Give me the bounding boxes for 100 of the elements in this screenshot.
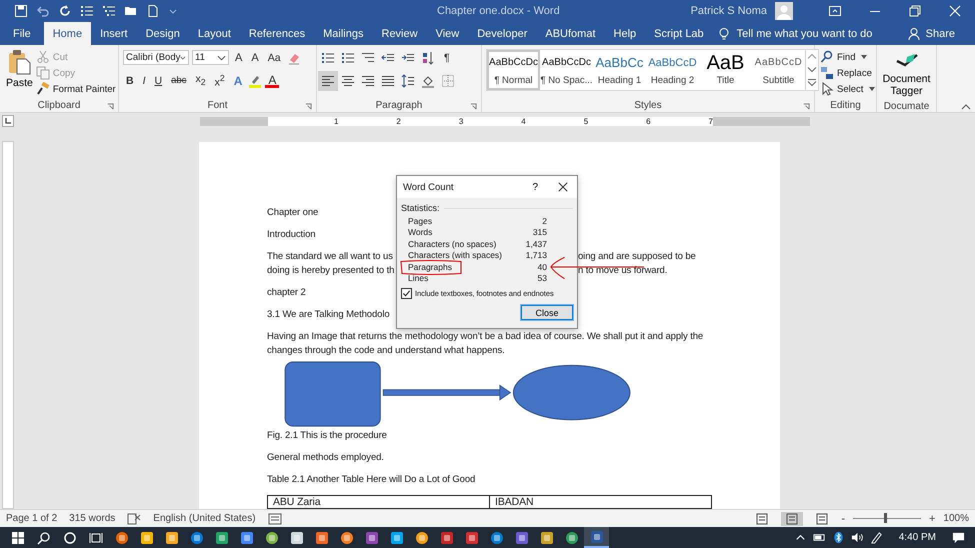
show-formatting-button[interactable]: ¶ [441,50,453,66]
ruler-number: 2 [396,116,401,126]
chevron-down-icon[interactable] [217,54,226,60]
font-size-field[interactable]: 11 [192,50,229,65]
multilevel-list-icon[interactable] [361,50,375,64]
clock[interactable]: 4:40 PM [898,532,936,543]
font-color-button[interactable]: A [265,73,280,88]
tell-me-field[interactable]: Tell me what you want to do [736,28,872,40]
ribbon-tab[interactable]: View [426,22,468,45]
ribbon-tab[interactable]: ABUfomat [536,22,605,45]
close-icon[interactable] [558,182,568,192]
bluetooth-icon[interactable] [832,531,845,544]
windows-start-icon[interactable] [11,530,25,544]
grow-font-button[interactable]: A [232,50,246,66]
document-tagger-button[interactable]: Document Tagger [881,49,932,101]
ribbon-tab[interactable]: Script Lab [645,22,713,45]
zoom-level[interactable]: 100% [943,513,969,524]
bold-button[interactable]: B [123,72,137,88]
user-name[interactable]: Patrick S Noma [690,5,767,17]
language-indicator[interactable]: English (United States) [153,513,256,524]
task-view-icon[interactable] [89,530,103,544]
dialog-launcher-icon[interactable] [470,103,477,110]
zoom-slider[interactable] [884,513,887,523]
justify-icon[interactable] [381,74,395,88]
ribbon-tab[interactable]: Help [604,22,646,45]
multilevel-list-icon[interactable] [102,4,116,18]
shrink-font-button[interactable]: A [248,50,262,66]
ribbon-tab[interactable]: Developer [468,22,536,45]
gallery-scrollbar[interactable] [806,49,819,91]
bullets-icon[interactable] [321,50,335,64]
search-icon[interactable] [37,530,51,544]
ribbon-display-icon[interactable] [828,4,842,18]
checkbox[interactable] [401,288,412,300]
ribbon-tab[interactable]: Insert [91,22,137,45]
macro-icon[interactable] [268,512,282,526]
subscript-button[interactable]: x$_{2}$ [192,72,209,88]
ribbon-tab[interactable]: Home [44,22,92,45]
cortana-icon[interactable] [63,530,77,544]
change-case-button[interactable]: Aa [264,50,284,66]
print-layout-icon[interactable] [781,512,804,526]
share-button[interactable]: Share [902,22,961,45]
restore-icon[interactable] [908,4,922,18]
line-spacing-icon[interactable] [401,74,415,88]
help-button[interactable]: ? [526,180,544,194]
ribbon-tab[interactable]: File [0,22,44,45]
undo-icon[interactable] [36,4,50,18]
redo-icon[interactable] [58,4,72,18]
expand-gallery-icon[interactable] [806,76,818,89]
strikethrough-button[interactable]: abc [168,72,190,88]
dialog-launcher-icon[interactable] [305,103,312,110]
numbering-icon[interactable] [341,50,355,64]
table-cell: IBADAN [490,496,712,508]
ribbon-tab[interactable]: Layout [188,22,240,45]
dialog-launcher-icon[interactable] [107,103,114,110]
highlighter-icon[interactable] [248,74,262,88]
format-painter-button[interactable]: Format Painter [34,81,117,97]
superscript-button[interactable]: x$^{2}$ [212,72,228,88]
ribbon-tab[interactable]: Review [372,22,427,45]
tab-stop-icon[interactable] [2,115,14,127]
shading-icon[interactable] [421,74,435,88]
checkmark-icon [402,289,411,298]
underline-button[interactable]: U [152,72,166,88]
paintbrush-icon [36,82,50,96]
replace-button[interactable]: Replace [819,65,873,81]
style-item[interactable]: AaBbCcDc ¶ Normal [487,50,540,90]
collapse-ribbon-icon[interactable] [961,104,971,110]
proofing-icon[interactable] [127,512,142,526]
ribbon-tab[interactable]: References [240,22,314,45]
document-icon[interactable] [146,4,160,18]
chevron-down-icon[interactable] [180,54,186,60]
paste-button[interactable]: Paste [4,49,35,89]
select-button[interactable]: Select [819,81,876,97]
ribbon-tab[interactable]: Mailings [314,22,372,45]
statistic-value: 53 [538,273,547,284]
align-center-icon[interactable] [341,74,355,88]
font-name-field[interactable]: Calibri (Body [123,50,189,65]
paragraph-fragment: oing and are supposed to be [578,250,697,264]
zoom-in-button[interactable]: + [928,512,936,524]
align-right-icon[interactable] [361,74,375,88]
bullets-icon[interactable] [80,4,94,18]
find-button[interactable]: Find [819,49,868,65]
save-icon[interactable] [14,4,28,18]
pen-icon[interactable] [870,531,883,544]
sort-icon[interactable] [421,50,435,64]
text-effects-button[interactable]: A [230,72,246,88]
folder-icon[interactable] [124,4,138,18]
ribbon-tab[interactable]: Design [136,22,189,45]
align-left-icon[interactable] [321,74,335,88]
app-icon [490,530,504,544]
word-count[interactable]: 315 words [69,513,116,524]
dialog-launcher-icon[interactable] [803,103,810,110]
page-count[interactable]: Page 1 of 2 [6,513,58,524]
italic-button[interactable]: I [140,72,149,88]
speaker-icon[interactable] [850,531,864,544]
paragraph: Introduction [267,228,316,242]
close-button[interactable]: Close [521,305,573,320]
zoom-out-button[interactable]: - [841,512,845,524]
borders-icon[interactable] [441,74,455,88]
caret-icon [869,87,876,91]
notification-icon[interactable] [952,531,965,544]
